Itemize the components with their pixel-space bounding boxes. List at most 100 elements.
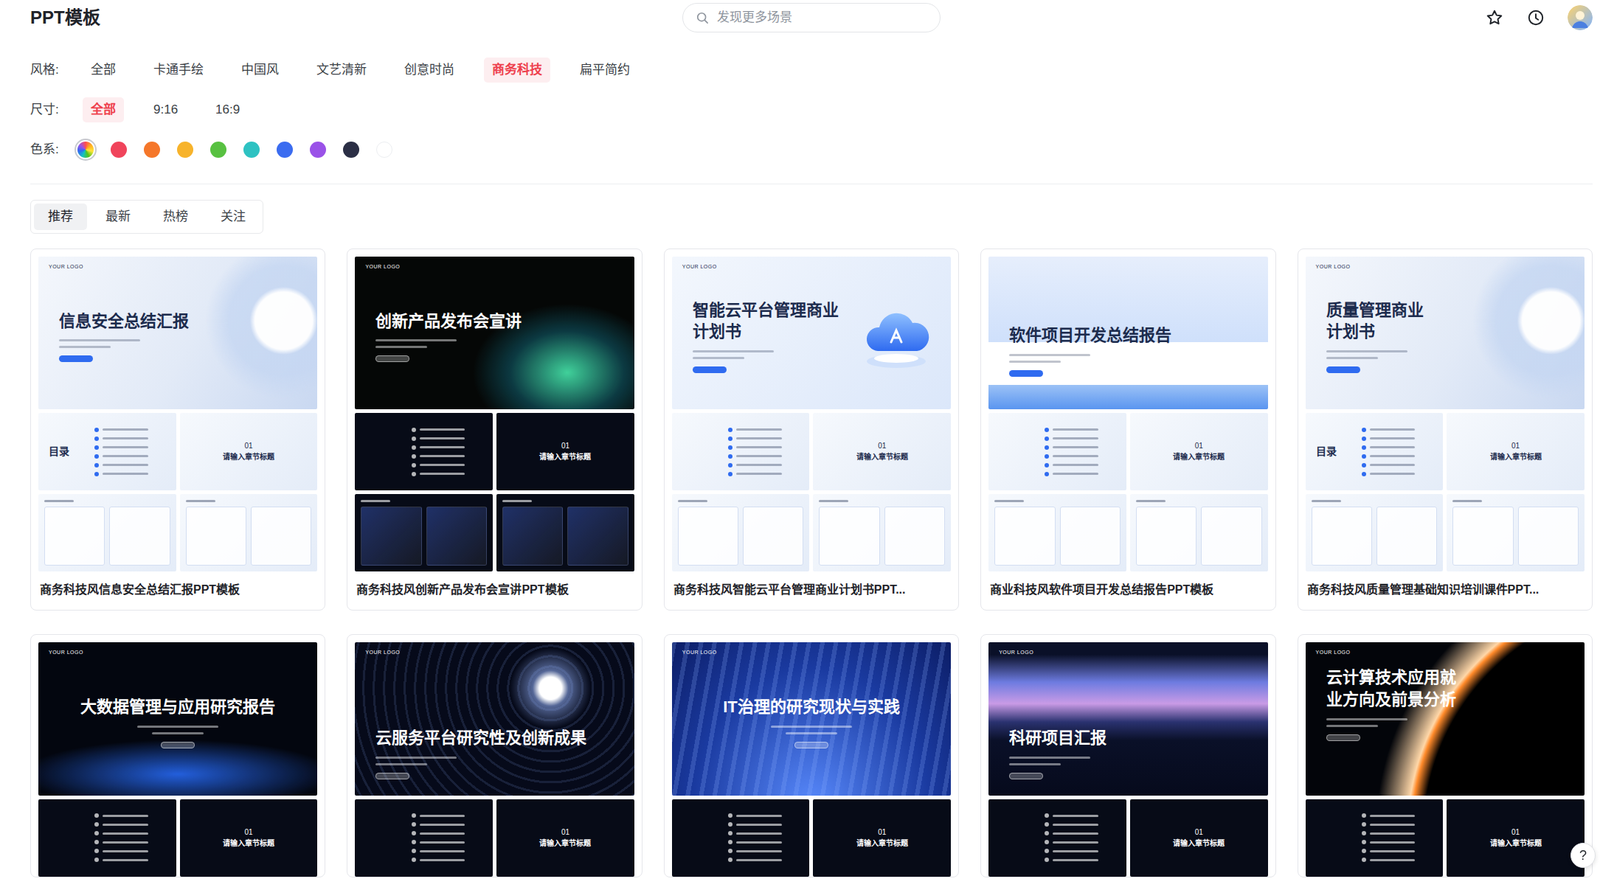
template-card[interactable]: YOUR LOGO云计算技术应用就 业方向及前景分析01请输入章节标题	[1297, 634, 1593, 878]
filter-option[interactable]: 扁平简约	[571, 57, 639, 83]
color-swatch[interactable]	[140, 138, 164, 161]
color-swatch[interactable]	[207, 138, 230, 161]
filter-option-chip[interactable]: 全部	[82, 97, 124, 123]
history-clock-icon-svg-icon[interactable]	[1526, 8, 1546, 28]
toc-dot	[728, 857, 733, 863]
color-dot[interactable]	[376, 141, 393, 158]
color-dot[interactable]	[210, 141, 227, 158]
template-preview[interactable]: YOUR LOGO云服务平台研究性及创新成果01请输入章节标题	[347, 635, 642, 877]
color-swatch-ring[interactable]	[306, 138, 329, 161]
template-card[interactable]: YOUR LOGO质量管理商业 计划书目录01请输入章节标题商务科技风质量管理基…	[1297, 248, 1593, 612]
template-preview[interactable]: YOUR LOGO云计算技术应用就 业方向及前景分析01请输入章节标题	[1298, 635, 1592, 877]
color-swatch-ring[interactable]	[107, 138, 130, 161]
template-card[interactable]: YOUR LOGOIT治理的研究现状与实践01请输入章节标题	[663, 634, 959, 878]
color-swatch[interactable]	[240, 138, 263, 161]
color-dot[interactable]	[309, 141, 327, 158]
section-title: 请输入章节标题	[222, 839, 275, 849]
toc-line	[1052, 446, 1098, 449]
favorite-star-icon[interactable]	[1484, 8, 1505, 28]
filter-option[interactable]: 9:16	[145, 97, 186, 123]
template-preview[interactable]: YOUR LOGO创新产品发布会宣讲01请输入章节标题	[347, 249, 642, 572]
template-preview[interactable]: YOUR LOGO大数据管理与应用研究报告01请输入章节标题	[30, 635, 325, 877]
filter-option-chip[interactable]: 卡通手绘	[145, 57, 212, 83]
color-swatch-ring[interactable]	[74, 138, 97, 161]
filter-option-chip[interactable]: 16:9	[207, 97, 248, 123]
toc-row	[1361, 840, 1437, 845]
content-heading-line	[1136, 500, 1166, 503]
user-avatar-icon[interactable]	[1567, 5, 1593, 31]
toc-dot	[94, 822, 99, 827]
template-card[interactable]: YOUR LOGO智能云平台管理商业 计划书01请输入章节标题商务科技风智能云平…	[663, 248, 959, 612]
search-box[interactable]	[682, 2, 941, 33]
color-swatch[interactable]	[174, 138, 197, 161]
history-clock-icon[interactable]	[1526, 8, 1546, 28]
filter-option-chip[interactable]: 商务科技	[483, 57, 551, 83]
filter-option[interactable]: 文艺清新	[308, 57, 375, 83]
color-swatch-ring[interactable]	[240, 138, 263, 161]
template-card[interactable]: YOUR LOGO信息安全总结汇报目录01请输入章节标题商务科技风信息安全总结汇…	[30, 248, 326, 612]
color-swatch-ring[interactable]	[174, 138, 197, 161]
template-title[interactable]: 商务科技风质量管理基础知识培训课件PPT...	[1298, 571, 1592, 611]
filter-option[interactable]: 创意时尚	[396, 57, 463, 83]
filter-option[interactable]: 全部	[82, 57, 124, 83]
color-swatch-ring[interactable]	[140, 138, 164, 161]
help-button[interactable]: ?	[1570, 843, 1596, 869]
filter-option[interactable]: 卡通手绘	[145, 57, 212, 83]
color-swatch-ring[interactable]	[207, 138, 230, 161]
template-title[interactable]: 商业科技风软件项目开发总结报告PPT模板	[981, 571, 1275, 611]
template-card[interactable]: YOUR LOGO大数据管理与应用研究报告01请输入章节标题	[30, 634, 326, 878]
toc-dot	[728, 445, 733, 450]
template-card[interactable]: YOUR LOGO云服务平台研究性及创新成果01请输入章节标题	[346, 634, 642, 878]
template-preview[interactable]: YOUR LOGO智能云平台管理商业 计划书01请输入章节标题	[664, 249, 959, 572]
color-swatch[interactable]	[74, 138, 97, 161]
filter-option-chip[interactable]: 扁平简约	[571, 57, 639, 83]
template-preview[interactable]: YOUR LOGO信息安全总结汇报目录01请输入章节标题	[30, 249, 325, 572]
filter-option-chip[interactable]: 全部	[82, 57, 124, 83]
template-title[interactable]: 商务科技风信息安全总结汇报PPT模板	[30, 571, 325, 611]
filter-option[interactable]: 商务科技	[483, 57, 551, 83]
sort-tab[interactable]: 最新	[91, 203, 145, 231]
sort-tab[interactable]: 热榜	[149, 203, 203, 231]
slide-title: IT治理的研究现状与实践	[722, 696, 900, 719]
template-preview[interactable]: 软件项目开发总结报告01请输入章节标题	[981, 249, 1275, 572]
filter-option[interactable]: 全部	[82, 97, 124, 123]
template-preview[interactable]: YOUR LOGOIT治理的研究现状与实践01请输入章节标题	[664, 635, 959, 877]
color-swatch[interactable]	[306, 138, 329, 161]
color-dot[interactable]	[177, 141, 194, 158]
color-dot[interactable]	[110, 141, 127, 158]
user-avatar-icon-svg-icon[interactable]	[1567, 5, 1593, 31]
color-swatch-ring[interactable]	[373, 138, 396, 161]
template-title[interactable]: 商务科技风智能云平台管理商业计划书PPT...	[664, 571, 959, 611]
search-input[interactable]	[715, 7, 928, 29]
color-swatch[interactable]	[373, 138, 396, 161]
color-swatch[interactable]	[107, 138, 130, 161]
toc-dot	[94, 454, 99, 459]
slide-main: 大数据管理与应用研究报告	[48, 656, 307, 788]
template-title[interactable]: 商务科技风创新产品发布会宣讲PPT模板	[347, 571, 642, 611]
filter-option-chip[interactable]: 文艺清新	[308, 57, 375, 83]
color-swatch-ring[interactable]	[340, 138, 363, 161]
slide-main: 信息安全总结汇报	[48, 270, 307, 403]
color-dot[interactable]	[143, 141, 161, 158]
template-card[interactable]: YOUR LOGO创新产品发布会宣讲01请输入章节标题商务科技风创新产品发布会宣…	[346, 248, 642, 612]
sort-tab[interactable]: 推荐	[33, 203, 88, 231]
filter-option-chip[interactable]: 9:16	[145, 97, 186, 123]
color-dot[interactable]	[243, 141, 260, 158]
filter-option[interactable]: 中国风	[233, 57, 287, 83]
filter-option[interactable]: 16:9	[207, 97, 248, 123]
filter-option-chip[interactable]: 创意时尚	[396, 57, 463, 83]
mini-slide	[988, 799, 1127, 878]
color-dot[interactable]	[343, 141, 360, 158]
favorite-star-icon-svg-icon[interactable]	[1484, 8, 1505, 28]
color-swatch[interactable]	[340, 138, 363, 161]
all-colors-dot[interactable]	[77, 141, 94, 158]
color-dot[interactable]	[276, 141, 293, 158]
template-card[interactable]: YOUR LOGO科研项目汇报01请输入章节标题	[980, 634, 1276, 878]
template-preview[interactable]: YOUR LOGO科研项目汇报01请输入章节标题	[981, 635, 1275, 877]
template-card[interactable]: 软件项目开发总结报告01请输入章节标题商业科技风软件项目开发总结报告PPT模板	[980, 248, 1276, 612]
filter-option-chip[interactable]: 中国风	[233, 57, 287, 83]
color-swatch[interactable]	[273, 138, 296, 161]
template-preview[interactable]: YOUR LOGO质量管理商业 计划书目录01请输入章节标题	[1298, 249, 1592, 572]
sort-tab[interactable]: 关注	[206, 203, 260, 231]
color-swatch-ring[interactable]	[273, 138, 296, 161]
